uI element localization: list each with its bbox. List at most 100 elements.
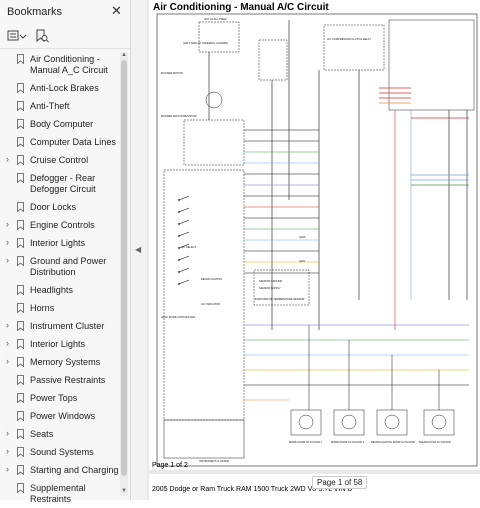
label-blower-resistor: BLOWER MOTOR RESISTOR [161, 114, 197, 118]
chevron-right-icon[interactable]: › [6, 428, 9, 439]
bookmark-item[interactable]: Supplemental Restraints [0, 479, 120, 508]
scroll-up-icon[interactable]: ▲ [121, 52, 127, 58]
switch-contact [178, 267, 190, 273]
switch-terminal [178, 211, 180, 213]
chevron-right-icon[interactable]: › [6, 154, 9, 165]
bookmark-item[interactable]: › Ground and Power Distribution [0, 252, 120, 281]
label-sensor-ground: SENSOR GROUND [259, 279, 282, 283]
bookmark-label: Anti-Lock Brakes [30, 82, 99, 93]
label-instrument-cluster: INSTRUMENT CLUSTER [199, 459, 229, 463]
chevron-right-icon[interactable]: › [6, 219, 9, 230]
bookmark-icon [17, 465, 24, 475]
bookmark-icon [17, 173, 24, 183]
bookmark-item[interactable]: Power Windows [0, 407, 120, 425]
bookmark-item[interactable]: › Sound Systems [0, 443, 120, 461]
chevron-right-icon[interactable]: › [6, 320, 9, 331]
bookmark-item[interactable]: Air Conditioning - Manual A_C Circuit [0, 50, 120, 79]
list-options-icon [7, 30, 27, 41]
bookmarks-title: Bookmarks [7, 6, 63, 18]
chevron-right-icon[interactable]: › [6, 237, 9, 248]
find-bookmark-button[interactable] [34, 28, 52, 46]
switch-contact [178, 279, 190, 285]
chevron-right-icon[interactable]: › [6, 255, 9, 266]
bookmark-item[interactable]: Power Tops [0, 389, 120, 407]
label-g201: G201 [299, 259, 306, 263]
bookmark-icon [17, 357, 24, 367]
switch-terminal [178, 247, 180, 249]
bookmark-icon [17, 285, 24, 295]
bookmark-label: Starting and Charging [30, 464, 119, 475]
bookmark-icon [17, 238, 24, 248]
switch-contact [178, 255, 190, 261]
bookmark-label: Power Windows [30, 410, 96, 421]
label-hot-all-times: HOT AT ALL TIMES [204, 17, 227, 21]
bookmark-item[interactable]: Door Locks [0, 198, 120, 216]
bookmark-icon [17, 447, 24, 457]
switch-contact [178, 219, 190, 225]
bookmark-item[interactable]: › Engine Controls [0, 216, 120, 234]
page-footer: Page 1 of 2 [152, 462, 188, 469]
switch-contact [178, 207, 190, 213]
label-recirc-door: RECIRCULATION DOOR ACTUATOR [371, 440, 415, 444]
bookmark-item[interactable]: › Starting and Charging [0, 461, 120, 479]
label-mode-door-1: MODE DOOR ACTUATOR 1 [289, 440, 323, 444]
switch-contact [178, 195, 190, 201]
bookmark-item[interactable]: › Instrument Cluster [0, 317, 120, 335]
bookmark-label: Body Computer [30, 118, 94, 129]
bookmark-label: Ground and Power Distribution [30, 255, 107, 277]
switch-terminal [178, 259, 180, 261]
bookmark-icon [17, 339, 24, 349]
label-compressor-relay: A/C COMPRESSOR CLUTCH RELAY [327, 37, 371, 41]
bookmark-item[interactable]: Horns [0, 299, 120, 317]
bookmark-label: Sound Systems [30, 446, 94, 457]
bookmark-label: Engine Controls [30, 219, 95, 230]
bookmark-label: Interior Lights [30, 237, 86, 248]
bookmark-label: Computer Data Lines [30, 136, 116, 147]
bookmark-item[interactable]: Anti-Theft [0, 97, 120, 115]
bookmark-icon [17, 411, 24, 421]
bookmark-icon [17, 393, 24, 403]
bookmark-item[interactable]: Anti-Lock Brakes [0, 79, 120, 97]
bookmark-label: Headlights [30, 284, 73, 295]
chevron-right-icon[interactable]: › [6, 446, 9, 457]
chevron-right-icon[interactable]: › [6, 356, 9, 367]
collapse-panel-icon[interactable]: ◀ [135, 245, 141, 254]
close-icon[interactable]: ✕ [111, 3, 122, 19]
bookmark-item[interactable]: › Interior Lights [0, 335, 120, 353]
switch-terminal [178, 235, 180, 237]
options-menu-button[interactable] [6, 28, 28, 46]
label-blend-door: BLEND DOOR ACTUATOR [419, 440, 451, 444]
bookmark-item[interactable]: › Interior Lights [0, 234, 120, 252]
bookmark-item[interactable]: Headlights [0, 281, 120, 299]
bookmark-item[interactable]: › Seats [0, 425, 120, 443]
switch-terminal [178, 199, 180, 201]
bookmark-item[interactable]: › Memory Systems [0, 353, 120, 371]
bookmark-label: Instrument Cluster [30, 320, 105, 331]
bookmark-scrollbar[interactable]: ▲ ▼ [120, 52, 128, 496]
chevron-right-icon[interactable]: › [6, 464, 9, 475]
bookmark-icon [17, 119, 24, 129]
bookmark-icon [17, 483, 24, 493]
pdf-page: Air Conditioning - Manual A/C Circuit HO… [149, 0, 480, 470]
bookmark-item[interactable]: Body Computer [0, 115, 120, 133]
label-ac-select: A/C SELECT [181, 245, 197, 249]
scroll-thumb[interactable] [121, 60, 127, 476]
bookmarks-header: Bookmarks ✕ [0, 0, 130, 24]
bookmark-item[interactable]: › Cruise Control [0, 151, 120, 169]
bookmark-icon [17, 375, 24, 385]
panel-splitter[interactable]: ◀ [131, 0, 147, 500]
label-g200: G200 [299, 235, 306, 239]
page-indicator: Page 1 of 58 [312, 476, 368, 489]
bookmark-item[interactable]: Defogger - Rear Defogger Circuit [0, 169, 120, 198]
bookmark-label: Horns [30, 302, 55, 313]
chevron-right-icon[interactable]: › [6, 338, 9, 349]
label-evap-temp: EVAPORATOR TEMPERATURE SENSOR [255, 297, 304, 301]
document-viewer: Air Conditioning - Manual A/C Circuit HO… [147, 0, 480, 500]
bookmark-item[interactable]: Computer Data Lines [0, 133, 120, 151]
scroll-down-icon[interactable]: ▼ [121, 488, 127, 494]
label-hvac-controller: HVAC MODE CONTROLLER [161, 315, 195, 319]
bookmark-icon [17, 429, 24, 439]
bookmark-item[interactable]: Passive Restraints [0, 371, 120, 389]
label-sensor-supply: SENSOR SUPPLY [259, 286, 281, 290]
bookmark-label: Air Conditioning - Manual A_C Circuit [30, 53, 108, 75]
